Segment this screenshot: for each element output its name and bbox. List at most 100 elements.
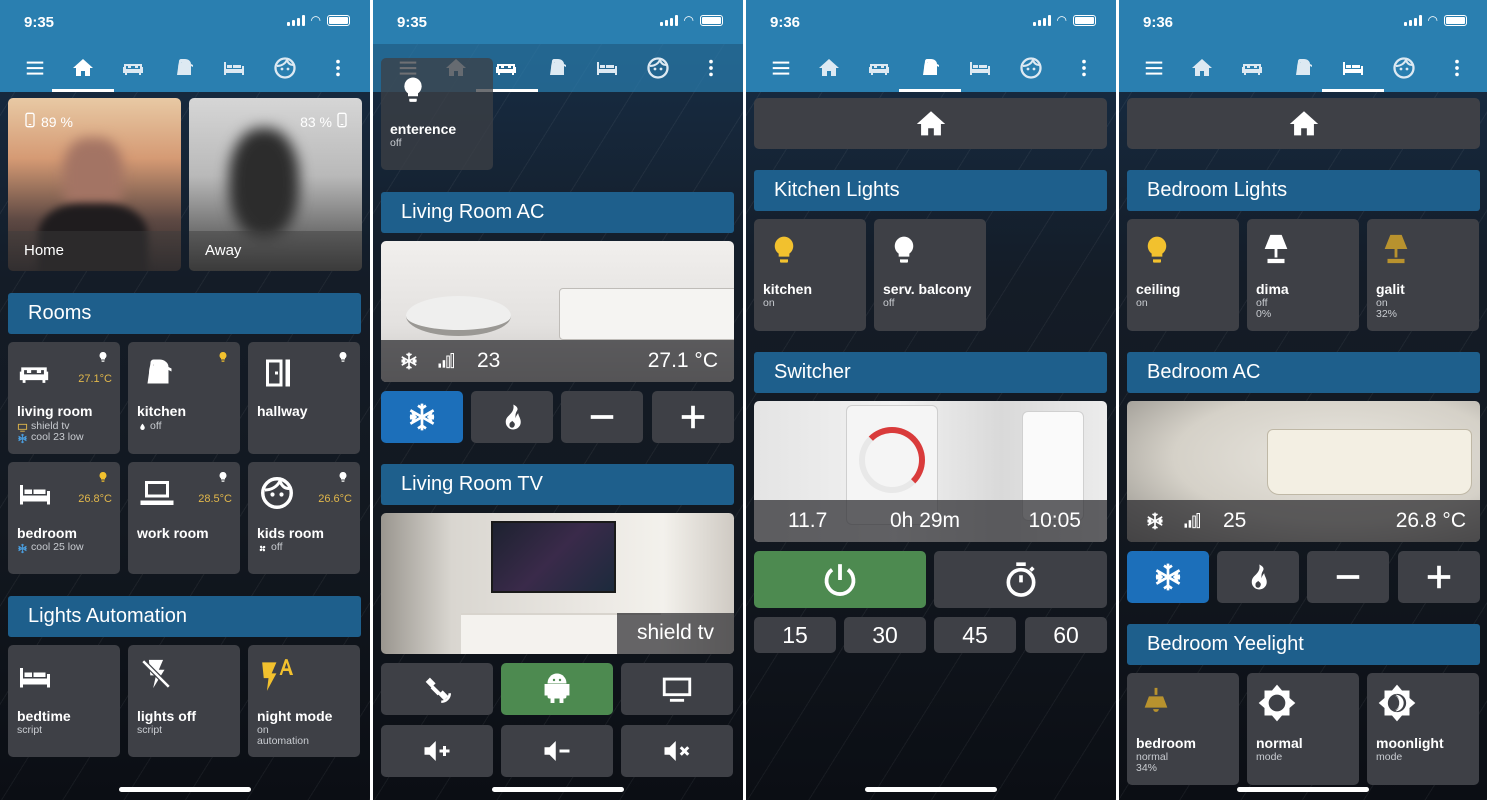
- automation-type: automation: [257, 735, 309, 747]
- mute-icon: [660, 736, 694, 766]
- more-icon[interactable]: [326, 56, 350, 80]
- wifi-icon: ◠: [1056, 13, 1067, 27]
- ac-temp-down-button[interactable]: [1307, 551, 1389, 603]
- tab-bedroom[interactable]: [595, 56, 619, 80]
- tab-living-room[interactable]: [1240, 56, 1264, 80]
- ceiling-lamp-icon: [1139, 685, 1173, 719]
- light-card-service-balcony[interactable]: serv. balcony off: [874, 219, 986, 331]
- tab-kitchen[interactable]: [918, 56, 942, 80]
- automation-night-mode-toggle[interactable]: night mode on automation: [248, 645, 360, 757]
- switcher-camera-card[interactable]: 11.7 0h 29m 10:05: [754, 401, 1107, 542]
- light-card-dima[interactable]: dima off 0%: [1247, 219, 1359, 331]
- home-icon: [913, 107, 949, 141]
- menu-icon[interactable]: [23, 56, 47, 80]
- ac-heat-button[interactable]: [471, 391, 553, 443]
- section-header-switcher: Switcher: [754, 352, 1107, 393]
- tab-bedroom[interactable]: [222, 56, 246, 80]
- more-icon[interactable]: [1445, 56, 1469, 80]
- tab-kitchen[interactable]: [172, 56, 196, 80]
- tab-bedroom[interactable]: [968, 56, 992, 80]
- drop-icon: [138, 422, 147, 432]
- timer-60-button[interactable]: 60: [1025, 617, 1107, 653]
- room-card-living-room[interactable]: 27.1°C living room shield tv cool 23 low: [8, 342, 120, 454]
- switcher-power-button[interactable]: [754, 551, 926, 608]
- ac-unit-shape: [1267, 429, 1472, 495]
- ac-temp-down-button[interactable]: [561, 391, 643, 443]
- power-icon: [821, 561, 859, 599]
- tab-kids-room[interactable]: [1392, 56, 1416, 80]
- laptop-icon: [139, 475, 175, 511]
- tab-home[interactable]: [1190, 56, 1214, 80]
- bulb-icon: [97, 351, 109, 363]
- moonlight-icon: [1377, 683, 1417, 723]
- script-bedtime-button[interactable]: bedtime script: [8, 645, 120, 757]
- tab-living-room[interactable]: [867, 56, 891, 80]
- fire-icon: [1243, 561, 1273, 593]
- more-icon[interactable]: [1072, 56, 1096, 80]
- timer-15-button[interactable]: 15: [754, 617, 836, 653]
- yeelight-normal-mode-button[interactable]: normal mode: [1247, 673, 1359, 785]
- script-name: bedtime: [17, 708, 71, 724]
- go-home-button[interactable]: [1127, 98, 1480, 149]
- battery-icon: [327, 15, 350, 26]
- room-name: living room: [17, 403, 93, 419]
- tab-kids-room[interactable]: [646, 56, 670, 80]
- tab-kitchen[interactable]: [1291, 56, 1315, 80]
- room-card-hallway[interactable]: hallway: [248, 342, 360, 454]
- volume-up-button[interactable]: [381, 725, 493, 777]
- timer-45-button[interactable]: 45: [934, 617, 1016, 653]
- script-type: script: [17, 724, 43, 736]
- room-card-work-room[interactable]: 28.5°C work room: [128, 462, 240, 574]
- section-header-bedroom-lights: Bedroom Lights: [1127, 170, 1480, 211]
- light-card-ceiling[interactable]: ceiling on: [1127, 219, 1239, 331]
- ac-temp-up-button[interactable]: [652, 391, 734, 443]
- fan-speed-icon: [435, 351, 457, 371]
- ac-camera-card[interactable]: 23 27.1 °C: [381, 241, 734, 382]
- ac-cool-button[interactable]: [381, 391, 463, 443]
- ac-heat-button[interactable]: [1217, 551, 1299, 603]
- tab-living-room[interactable]: [494, 56, 518, 80]
- yeelight-card-bedroom[interactable]: bedroom normal 34%: [1127, 673, 1239, 785]
- script-lights-off-button[interactable]: lights off script: [128, 645, 240, 757]
- tab-kids-room[interactable]: [273, 56, 297, 80]
- tv-android-button[interactable]: [501, 663, 613, 715]
- bulb-icon: [888, 232, 920, 268]
- bedroom-ac-camera-card[interactable]: 25 26.8 °C: [1127, 401, 1480, 542]
- signal-icon: [1403, 15, 1422, 26]
- tv-power-button[interactable]: [621, 663, 733, 715]
- tab-home[interactable]: [71, 56, 95, 80]
- go-home-button[interactable]: [754, 98, 1107, 149]
- more-icon[interactable]: [699, 56, 723, 80]
- room-card-kitchen[interactable]: kitchen off: [128, 342, 240, 454]
- person-card-home[interactable]: 89 % Home: [8, 98, 181, 271]
- ac-cool-button[interactable]: [1127, 551, 1209, 603]
- status-bar: 9:36 ◠: [1119, 0, 1487, 44]
- snowflake-icon: [1152, 561, 1184, 593]
- minus-icon: [1333, 562, 1363, 592]
- light-card-entrance[interactable]: enterence off: [381, 58, 493, 170]
- room-ac-status: off: [271, 541, 283, 553]
- light-card-kitchen[interactable]: kitchen on: [754, 219, 866, 331]
- tab-kids-room[interactable]: [1019, 56, 1043, 80]
- person-card-away[interactable]: 83 % Away: [189, 98, 362, 271]
- mute-button[interactable]: [621, 725, 733, 777]
- room-card-bedroom[interactable]: 26.8°C bedroom cool 25 low: [8, 462, 120, 574]
- tab-bedroom[interactable]: [1341, 56, 1365, 80]
- volume-down-button[interactable]: [501, 725, 613, 777]
- ac-temp-up-button[interactable]: [1398, 551, 1480, 603]
- menu-icon[interactable]: [769, 56, 793, 80]
- light-card-galit[interactable]: galit on 32%: [1367, 219, 1479, 331]
- switcher-timer-button[interactable]: [934, 551, 1107, 608]
- tv-satellite-button[interactable]: [381, 663, 493, 715]
- tab-home[interactable]: [817, 56, 841, 80]
- room-card-kids-room[interactable]: 26.6°C kids room off: [248, 462, 360, 574]
- status-time: 9:35: [397, 14, 428, 31]
- menu-icon[interactable]: [1142, 56, 1166, 80]
- person-state-label: Away: [205, 242, 242, 259]
- mode-label: mode: [1376, 751, 1403, 763]
- yeelight-moonlight-mode-button[interactable]: moonlight mode: [1367, 673, 1479, 785]
- tab-kitchen[interactable]: [545, 56, 569, 80]
- tv-camera-card[interactable]: shield tv: [381, 513, 734, 654]
- timer-30-button[interactable]: 30: [844, 617, 926, 653]
- tab-living-room[interactable]: [121, 56, 145, 80]
